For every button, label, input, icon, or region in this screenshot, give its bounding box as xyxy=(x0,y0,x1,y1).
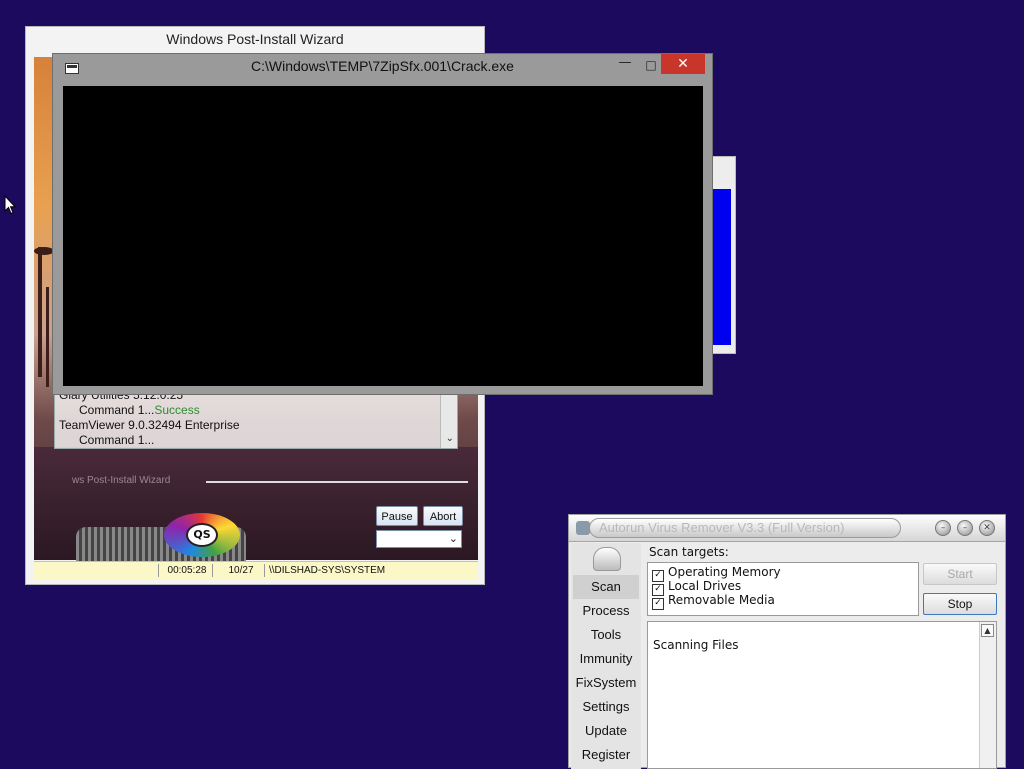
wizard-status-bar: 00:05:28 10/27 \\DILSHAD-SYS\SYSTEM xyxy=(34,561,478,579)
sidebar-item-process[interactable]: Process xyxy=(571,603,641,618)
window-title: Windows Post-Install Wizard xyxy=(166,31,344,47)
window-title: Autorun Virus Remover V3.3 (Full Version… xyxy=(599,520,845,535)
log-scrollbar[interactable]: ▲ xyxy=(979,622,996,768)
abort-button[interactable]: Abort xyxy=(423,506,463,526)
wizard-dropdown[interactable]: ⌄ xyxy=(376,530,462,548)
maximize-button[interactable]: – xyxy=(957,520,973,536)
sidebar-item-update[interactable]: Update xyxy=(571,723,641,738)
minimize-button[interactable]: — xyxy=(613,56,637,74)
title-bar[interactable]: Autorun Virus Remover V3.3 (Full Version… xyxy=(569,515,1005,542)
user-account: \\DILSHAD-SYS\SYSTEM xyxy=(264,564,385,577)
faint-watermark-text: ws Post-Install Wizard xyxy=(72,475,171,486)
scan-camera-icon xyxy=(593,547,621,571)
app-icon xyxy=(576,521,590,535)
log-scrollbar[interactable]: ⌄ xyxy=(440,394,457,448)
start-button[interactable]: Start xyxy=(923,563,997,585)
sidebar-item-register[interactable]: Register xyxy=(571,747,641,762)
wizard-progress-line xyxy=(206,481,468,483)
sidebar-item-settings[interactable]: Settings xyxy=(571,699,641,714)
progress-count: 10/27 xyxy=(212,564,265,577)
background-window-content xyxy=(713,189,731,345)
wizard-logo-text: QS xyxy=(186,523,218,547)
scan-status-text: Scanning Files xyxy=(653,638,739,652)
mouse-pointer-icon xyxy=(4,195,16,215)
install-log-list[interactable]: Glary Utilities 5.12.0.25 Command 1...Su… xyxy=(54,393,458,449)
scan-targets-label: Scan targets: xyxy=(649,545,729,559)
close-button[interactable]: ✕ xyxy=(661,54,705,74)
sidebar-item-scan[interactable]: Scan xyxy=(571,579,641,594)
sidebar-item-immunity[interactable]: Immunity xyxy=(571,651,641,666)
close-button[interactable]: ✕ xyxy=(979,520,995,536)
sidebar-item-fixsystem[interactable]: FixSystem xyxy=(571,675,641,690)
log-line: Command 1...Success xyxy=(79,403,200,417)
stop-button[interactable]: Stop xyxy=(923,593,997,615)
pause-button[interactable]: Pause xyxy=(376,506,418,526)
elapsed-time: 00:05:28 xyxy=(158,564,211,577)
log-line: TeamViewer 9.0.32494 Enterprise xyxy=(59,418,240,432)
chevron-down-icon[interactable]: ⌄ xyxy=(446,433,454,444)
target-removable-media[interactable]: ✓ Removable Media xyxy=(652,593,775,610)
chevron-up-icon[interactable]: ▲ xyxy=(981,624,994,637)
scan-targets-list: ✓ Operating Memory ✓ Local Drives ✓ Removab… xyxy=(647,562,919,616)
chevron-down-icon: ⌄ xyxy=(448,532,458,545)
autorun-virus-remover-window[interactable]: Autorun Virus Remover V3.3 (Full Version… xyxy=(568,514,1006,769)
console-output[interactable] xyxy=(63,86,703,386)
sidebar: Scan Process Tools Immunity FixSystem Se… xyxy=(571,543,641,769)
minimize-button[interactable]: – xyxy=(935,520,951,536)
maximize-button[interactable]: □ xyxy=(639,56,663,74)
scan-log[interactable]: Scanning Files ▲ xyxy=(647,621,997,769)
success-status: Success xyxy=(154,403,200,417)
sidebar-item-tools[interactable]: Tools xyxy=(571,627,641,642)
console-window[interactable]: C:\Windows\TEMP\7ZipSfx.001\Crack.exe — … xyxy=(52,53,713,395)
checkbox-checked-icon[interactable]: ✓ xyxy=(652,598,664,610)
log-line: Command 1... xyxy=(79,433,155,447)
